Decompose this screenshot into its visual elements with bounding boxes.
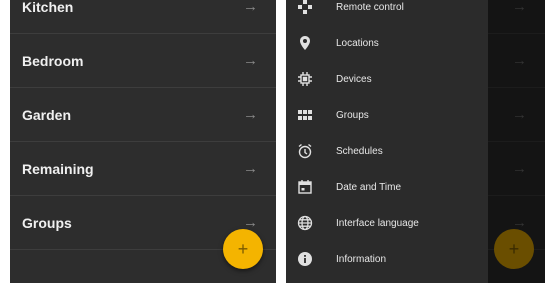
menu-item-label: Interface language <box>336 217 419 229</box>
room-row-garden[interactable]: Garden → <box>10 88 276 142</box>
menu-item-label: Schedules <box>336 145 383 157</box>
room-row-kitchen[interactable]: Kitchen → <box>10 0 276 34</box>
room-label: Garden <box>22 106 72 123</box>
alarm-clock-icon <box>297 143 313 159</box>
menu-item-groups[interactable]: Groups <box>286 97 488 133</box>
grid-icon <box>297 107 313 123</box>
chip-icon <box>297 71 313 87</box>
arrow-right-icon: → <box>512 52 527 69</box>
arrow-right-icon: → <box>243 106 258 123</box>
room-label: Bedroom <box>22 52 84 69</box>
add-fab-button[interactable]: + <box>223 229 263 269</box>
info-icon <box>297 251 313 267</box>
room-row-bedroom[interactable]: Bedroom → <box>10 34 276 88</box>
arrow-right-icon: → <box>243 160 258 177</box>
room-label: Kitchen <box>22 0 74 15</box>
menu-item-locations[interactable]: Locations <box>286 25 488 61</box>
add-fab-button-dimmed: + <box>494 229 534 269</box>
arrow-right-icon: → <box>243 52 258 69</box>
menu-item-remote-control[interactable]: Remote control <box>286 0 488 25</box>
room-list-screen: Kitchen → Bedroom → Garden → Remaining →… <box>10 0 276 283</box>
menu-item-date-time[interactable]: Date and Time <box>286 169 488 205</box>
arrow-right-icon: → <box>512 0 527 15</box>
arrow-right-icon: → <box>512 160 527 177</box>
room-label: Remaining <box>22 160 94 177</box>
room-label: Groups <box>22 214 72 231</box>
menu-item-schedules[interactable]: Schedules <box>286 133 488 169</box>
calendar-icon <box>297 179 313 195</box>
menu-item-label: Devices <box>336 73 372 85</box>
menu-item-devices[interactable]: Devices <box>286 61 488 97</box>
menu-item-label: Locations <box>336 37 379 49</box>
navigation-drawer: Remote control Locations Devices Groups … <box>286 0 488 283</box>
menu-item-label: Remote control <box>336 1 404 13</box>
menu-item-label: Groups <box>336 109 369 121</box>
menu-item-interface-language[interactable]: Interface language <box>286 205 488 241</box>
room-row-remaining[interactable]: Remaining → <box>10 142 276 196</box>
navigation-drawer-screen: → → → → → + Remote control Locations Dev… <box>286 0 545 283</box>
menu-item-label: Information <box>336 253 387 265</box>
arrow-right-icon: → <box>243 0 258 15</box>
arrow-right-icon: → <box>512 106 527 123</box>
menu-item-information[interactable]: Information <box>286 241 488 277</box>
menu-item-label: Date and Time <box>336 181 402 193</box>
gamepad-icon <box>297 0 313 15</box>
globe-icon <box>297 215 313 231</box>
location-pin-icon <box>297 35 313 51</box>
